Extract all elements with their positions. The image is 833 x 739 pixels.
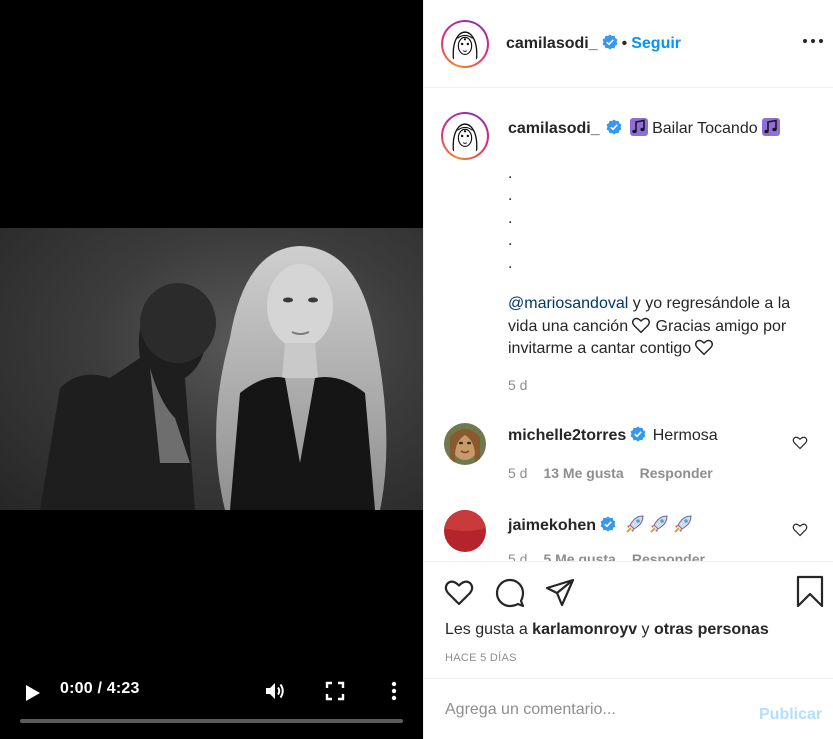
musical-notes-icon (761, 118, 780, 136)
comment: michelle2torres Hermosa (508, 426, 718, 445)
caption-dots: . . . . . (508, 163, 813, 276)
post-header: camilasodi_ • Seguir (424, 0, 833, 88)
bookmark-icon[interactable] (794, 575, 826, 607)
post-side-panel: camilasodi_ • Seguir camilasodi_ Bailar … (423, 0, 833, 739)
publish-button[interactable]: Publicar (759, 706, 822, 724)
likes-middle: y (637, 621, 654, 638)
comment-avatar-image (444, 423, 486, 465)
caption-dot: . (508, 209, 513, 227)
rocket-icon (650, 515, 668, 533)
comment-icon[interactable] (494, 577, 526, 609)
comment-username[interactable]: michelle2torres (508, 427, 626, 444)
caption-mention-link[interactable]: @mariosandoval (508, 295, 628, 312)
heart-outline-icon (632, 317, 651, 333)
play-icon[interactable] (22, 683, 42, 703)
likes-others-link[interactable]: otras personas (654, 621, 769, 638)
post-actions: Les gusta a karlamonroyv y otras persona… (424, 561, 833, 678)
video-still-image (40, 246, 387, 510)
caption-author-avatar-image (446, 117, 484, 155)
comment-avatar-image (444, 510, 486, 552)
caption-dot: . (508, 187, 513, 204)
verified-badge-icon (606, 119, 622, 135)
author-avatar[interactable] (441, 20, 489, 68)
comment: jaimekohen (508, 513, 696, 535)
caption-dot: . (508, 254, 513, 272)
verified-badge-icon (630, 426, 646, 442)
video-progress-track[interactable] (20, 719, 403, 723)
caption: camilasodi_ Bailar Tocando . . . . . @ma… (508, 117, 813, 361)
comment-like-heart-icon[interactable] (792, 522, 808, 537)
send-icon[interactable] (544, 577, 576, 609)
comments-list[interactable]: camilasodi_ Bailar Tocando . . . . . @ma… (424, 89, 833, 561)
fullscreen-icon[interactable] (324, 680, 346, 702)
comment-input[interactable] (445, 699, 745, 721)
comment-likes[interactable]: 13 Me gusta (543, 465, 623, 481)
video-player[interactable]: 0:00 / 4:23 (0, 0, 423, 739)
likes-summary: Les gusta a karlamonroyv y otras persona… (445, 621, 769, 639)
caption-dot: . (508, 232, 513, 249)
author-avatar-image (446, 25, 484, 63)
caption-dot: . (508, 164, 513, 182)
likes-user-link[interactable]: karlamonroyv (532, 621, 637, 638)
comment-meta: 5 d 5 Me gusta Responder (508, 551, 705, 561)
musical-notes-icon (630, 118, 649, 136)
follow-button[interactable]: Seguir (631, 35, 681, 52)
comment-reply-button[interactable]: Responder (640, 465, 713, 481)
comment-like-heart-icon[interactable] (792, 435, 808, 450)
rocket-icon (626, 515, 644, 533)
comment-time[interactable]: 5 d (508, 551, 527, 561)
video-time: 0:00 / 4:23 (60, 680, 140, 697)
caption-username[interactable]: camilasodi_ (508, 120, 600, 137)
comment-rockets (624, 515, 696, 534)
comment-avatar[interactable] (444, 510, 486, 552)
more-horizontal-icon[interactable] (802, 36, 824, 46)
post-timestamp[interactable]: HACE 5 DÍAS (445, 652, 517, 664)
header-username[interactable]: camilasodi_ (506, 35, 598, 52)
comment-composer: Publicar (424, 678, 833, 739)
video-controls: 0:00 / 4:23 (0, 668, 423, 739)
caption-author-avatar[interactable] (441, 112, 489, 160)
header-meta: camilasodi_ • Seguir (506, 34, 681, 53)
more-vertical-icon[interactable] (384, 680, 404, 702)
comment-time[interactable]: 5 d (508, 465, 527, 481)
heart-outline-icon (695, 339, 714, 356)
verified-badge-icon (600, 516, 616, 532)
comment-reply-button[interactable]: Responder (632, 551, 705, 561)
comment-meta: 5 d 13 Me gusta Responder (508, 465, 713, 481)
likes-prefix: Les gusta a (445, 621, 533, 638)
header-separator: • (621, 35, 628, 52)
comment-avatar[interactable] (444, 423, 486, 465)
caption-time[interactable]: 5 d (508, 377, 527, 393)
comment-username[interactable]: jaimekohen (508, 517, 596, 534)
caption-body: @mariosandoval y yo regresándole a la vi… (508, 293, 813, 361)
video-frame[interactable] (0, 228, 423, 510)
volume-icon[interactable] (263, 679, 287, 703)
heart-icon[interactable] (443, 577, 475, 609)
rocket-icon (674, 515, 692, 533)
caption-title: Bailar Tocando (652, 120, 758, 137)
comment-likes[interactable]: 5 Me gusta (543, 551, 615, 561)
comment-text: Hermosa (652, 427, 718, 444)
verified-badge-icon (602, 34, 618, 50)
